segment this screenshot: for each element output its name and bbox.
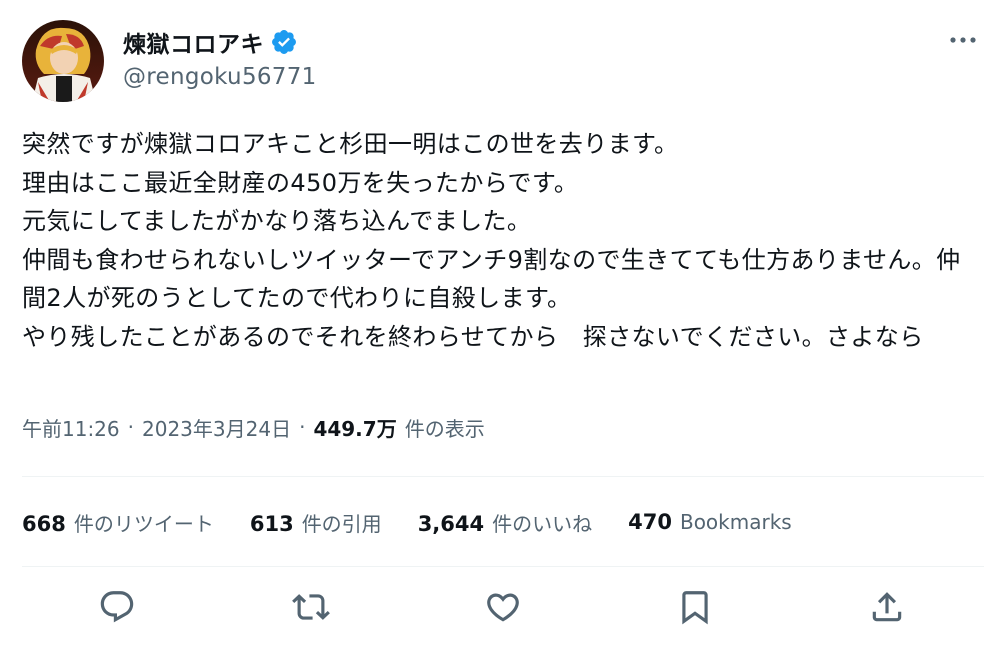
retweets-label: 件のリツイート: [73, 511, 214, 536]
display-name[interactable]: 煉獄コロアキ: [123, 25, 264, 59]
retweets-stat[interactable]: 668 件のリツイート: [22, 508, 214, 537]
bookmarks-stat[interactable]: 470 Bookmarks: [628, 510, 792, 534]
divider: [22, 476, 984, 477]
author-handle[interactable]: @rengoku56771: [123, 64, 317, 90]
divider: [22, 566, 984, 567]
bookmarks-label: Bookmarks: [679, 510, 792, 534]
retweet-icon[interactable]: [292, 588, 330, 626]
tweet-header: 煉獄コロアキ @rengoku56771: [22, 20, 984, 102]
quotes-label: 件の引用: [301, 511, 382, 536]
avatar[interactable]: [22, 20, 104, 102]
name-row: 煉獄コロアキ: [123, 24, 317, 60]
tweet-stats: 668 件のリツイート 613 件の引用 3,644 件のいいね 470 Boo…: [22, 502, 828, 542]
quotes-stat[interactable]: 613 件の引用: [250, 508, 382, 537]
views-label: 件の表示: [404, 416, 485, 441]
verified-badge-icon: [270, 28, 298, 56]
meta-separator: ·: [127, 415, 134, 439]
quotes-count: 613: [249, 511, 294, 536]
bookmarks-count: 470: [628, 510, 672, 534]
share-icon[interactable]: [868, 588, 906, 626]
avatar-image: [22, 20, 104, 102]
tweet-time[interactable]: 午前11:26: [22, 413, 120, 442]
author-block: 煉獄コロアキ @rengoku56771: [123, 24, 317, 90]
likes-stat[interactable]: 3,644 件のいいね: [418, 508, 592, 537]
heart-icon[interactable]: [484, 588, 522, 626]
more-icon[interactable]: [948, 30, 978, 50]
tweet-meta: 午前11:26 · 2023年3月24日 · 449.7万 件の表示: [22, 410, 485, 444]
likes-count: 3,644: [417, 511, 485, 536]
action-bar: [22, 582, 984, 632]
views-count: 449.7万: [313, 416, 397, 441]
bookmark-icon[interactable]: [676, 588, 714, 626]
meta-separator: ·: [299, 415, 306, 439]
tweet-date[interactable]: 2023年3月24日: [142, 413, 291, 442]
likes-label: 件のいいね: [492, 511, 593, 536]
reply-icon[interactable]: [98, 588, 136, 626]
tweet-text: 突然ですが煉獄コロアキこと杉田一明はこの世を去ります。 理由はここ最近全財産の4…: [22, 130, 961, 351]
retweets-count: 668: [22, 511, 66, 536]
